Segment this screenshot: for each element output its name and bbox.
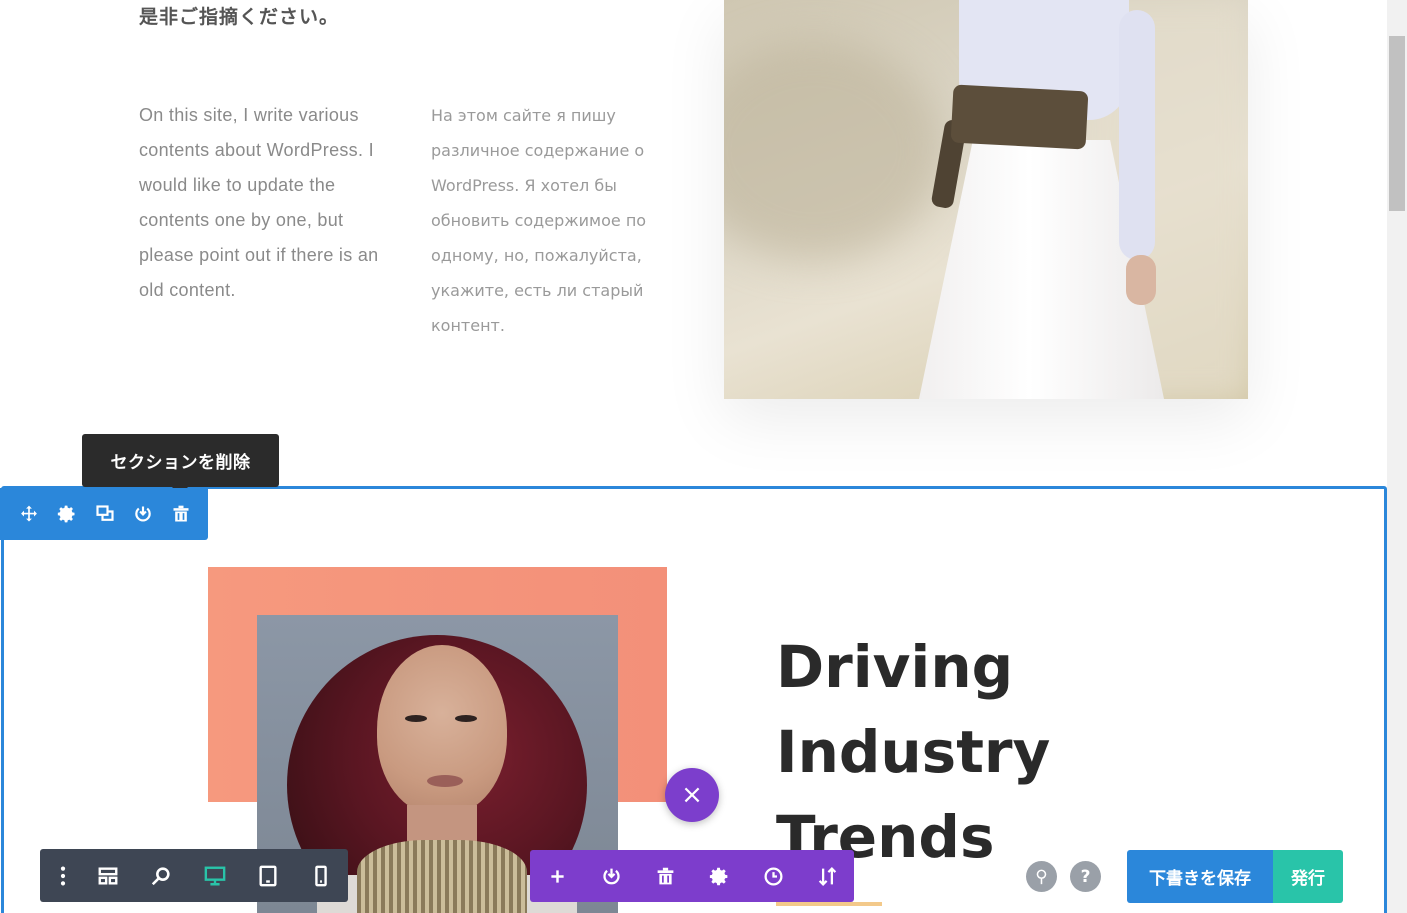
add-icon[interactable] [530, 850, 584, 902]
builder-actions-bar [530, 850, 854, 902]
gear-icon[interactable] [692, 850, 746, 902]
save-to-library-icon[interactable] [124, 494, 162, 534]
kebab-menu-icon[interactable] [44, 849, 82, 902]
trash-icon[interactable] [162, 494, 200, 534]
desktop-icon[interactable] [188, 849, 241, 902]
close-settings-button[interactable]: × [665, 768, 719, 822]
publish-button[interactable]: 発行 [1273, 850, 1343, 903]
phone-icon[interactable] [295, 849, 348, 902]
duplicate-icon[interactable] [86, 494, 124, 534]
trash-icon[interactable] [638, 850, 692, 902]
save-icon[interactable] [584, 850, 638, 902]
page-settings-bar [40, 849, 348, 902]
history-icon[interactable] [746, 850, 800, 902]
tablet-icon[interactable] [241, 849, 294, 902]
gear-icon[interactable] [48, 494, 86, 534]
section-toolbar [0, 488, 208, 540]
delete-section-tooltip: セクションを削除 [82, 434, 279, 487]
wireframe-icon[interactable] [82, 849, 135, 902]
sort-icon[interactable] [800, 850, 854, 902]
heading-line: Industry [776, 718, 1051, 786]
section-heading[interactable]: Driving Industry Trends [776, 625, 1196, 880]
move-icon[interactable] [10, 494, 48, 534]
english-paragraph: On this site, I write various contents a… [139, 105, 379, 300]
help-icon[interactable]: ? [1070, 861, 1101, 892]
intro-japanese-text: 是非ご指摘ください。 [139, 6, 340, 28]
zoom-icon[interactable] [135, 849, 188, 902]
save-draft-button[interactable]: 下書きを保存 [1127, 850, 1273, 903]
russian-paragraph: На этом сайте я пишу различное содержани… [431, 106, 647, 335]
scrollbar-thumb[interactable] [1389, 36, 1405, 211]
search-icon[interactable]: ⚲ [1026, 861, 1057, 892]
heading-line: Driving [776, 633, 1014, 701]
woman-in-white-dress-photo [724, 0, 1248, 399]
vertical-scrollbar[interactable] [1387, 0, 1407, 913]
heading-underline [776, 902, 882, 906]
